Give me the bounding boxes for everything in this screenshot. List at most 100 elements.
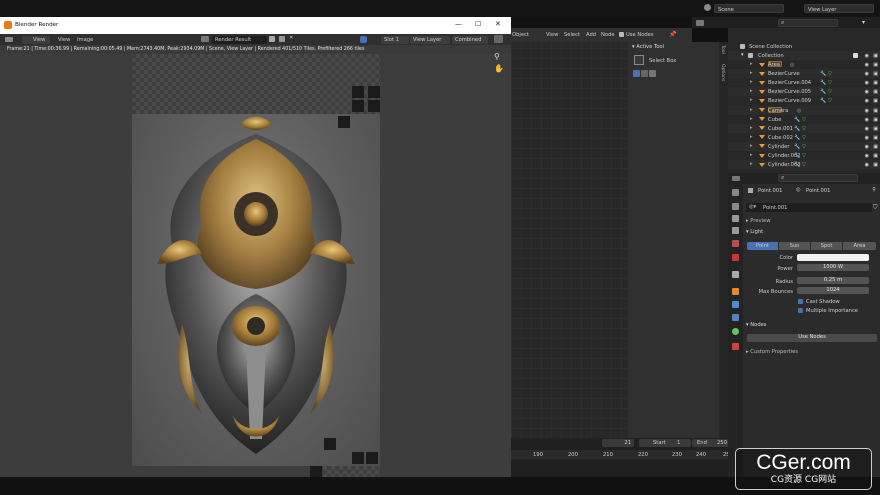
- modifier-icon[interactable]: 🔧: [820, 89, 826, 95]
- texture-tab-icon[interactable]: [732, 343, 739, 350]
- tab-tool[interactable]: Tool: [720, 45, 725, 54]
- menu-view[interactable]: View: [58, 37, 70, 43]
- outliner-item[interactable]: ▸ BezierCurve.004 🔧 ▽ ◉ ▣: [728, 78, 880, 87]
- eye-icon[interactable]: ◉: [865, 117, 869, 123]
- image-name-field[interactable]: Render Result: [212, 35, 267, 44]
- maximize-button[interactable]: ☐: [475, 20, 481, 28]
- outliner-item[interactable]: ▸ Cylinder.002 🔧 ▽ ◉ ▣: [728, 151, 880, 160]
- outliner-item[interactable]: ▸ BezierCurve.005 🔧 ▽ ◉ ▣: [728, 87, 880, 97]
- menu-add[interactable]: Add: [586, 32, 596, 38]
- mesh-data-icon[interactable]: ▽: [828, 80, 832, 86]
- camera-icon[interactable]: ▣: [873, 162, 878, 168]
- camera-icon[interactable]: ▣: [873, 71, 878, 77]
- fake-user-icon[interactable]: ⛉: [873, 204, 878, 212]
- pin-icon[interactable]: ⚲: [872, 187, 876, 193]
- object-tab-icon[interactable]: [732, 288, 739, 295]
- menu-node[interactable]: Node: [601, 32, 615, 38]
- datablock-name[interactable]: Point.001: [763, 205, 787, 211]
- chevron-right-icon[interactable]: ▸: [750, 134, 753, 140]
- chevron-right-icon[interactable]: ▸: [750, 152, 753, 158]
- light-type-spot[interactable]: Spot: [811, 242, 842, 250]
- chevron-right-icon[interactable]: ▸: [750, 116, 753, 122]
- use-nodes-checkbox-icon[interactable]: [619, 32, 624, 37]
- modifier-icon[interactable]: 🔧: [794, 117, 800, 123]
- outliner-item[interactable]: ▸ Cube.002 🔧 ▽ ◉ ▣: [728, 133, 880, 142]
- camera-icon[interactable]: ▣: [873, 62, 878, 68]
- outliner-item[interactable]: ▸ Cylinder.003 🔧 ▽ ◉ ▣: [728, 160, 880, 170]
- datablock-selector[interactable]: ◎▾ Point.001: [746, 203, 872, 212]
- timeline-start-field[interactable]: Start 1: [639, 439, 691, 447]
- mesh-data-icon[interactable]: ▽: [802, 117, 806, 123]
- display-channels-icon[interactable]: [494, 35, 503, 43]
- chevron-down-icon[interactable]: ▾: [741, 52, 744, 58]
- power-field[interactable]: 1000 W: [797, 264, 869, 271]
- close-button[interactable]: ✕: [495, 20, 501, 28]
- render-canvas[interactable]: [0, 54, 511, 477]
- output-tab-icon[interactable]: [732, 215, 739, 222]
- tab-options[interactable]: Options: [720, 64, 725, 81]
- object-data-icon[interactable]: ◎: [797, 108, 801, 114]
- outliner-item[interactable]: ▸ Cube.001 🔧 ▽ ◉ ▣: [728, 123, 880, 133]
- zoom-icon[interactable]: ⚲: [494, 52, 504, 61]
- eye-icon[interactable]: ◉: [865, 62, 869, 68]
- render-window-titlebar[interactable]: Blender Render — ☐ ✕: [0, 17, 511, 34]
- outliner-editor-icon[interactable]: [696, 20, 704, 26]
- mesh-data-icon[interactable]: ▽: [828, 89, 832, 95]
- view-layer-selector[interactable]: View Layer: [804, 4, 874, 13]
- camera-icon[interactable]: ▣: [873, 117, 878, 123]
- layer-selector[interactable]: View Layer: [410, 35, 450, 44]
- section-custom-properties[interactable]: ▸ Custom Properties: [746, 349, 798, 355]
- outliner-item[interactable]: ▸ BezierCurve.009 🔧 ▽ ◉ ▣: [728, 96, 880, 105]
- pin-icon[interactable]: 📌: [669, 31, 676, 38]
- tool-tab-icon[interactable]: [732, 189, 739, 196]
- eye-icon[interactable]: ◉: [865, 98, 869, 104]
- chevron-right-icon[interactable]: ▸: [750, 125, 753, 131]
- outliner-item[interactable]: ▸ Cube 🔧 ▽ ◉ ▣: [728, 115, 880, 124]
- scene-collection-row[interactable]: Scene Collection: [728, 42, 880, 51]
- chevron-right-icon[interactable]: ▸: [750, 161, 753, 167]
- select-mode-subtract-icon[interactable]: [649, 70, 656, 77]
- eye-icon[interactable]: ◉: [865, 89, 869, 95]
- modifier-icon[interactable]: 🔧: [820, 71, 826, 77]
- outliner-item[interactable]: ▸ BezierCurve 🔧 ▽ ◉ ▣: [728, 69, 880, 79]
- copy-icon[interactable]: [269, 36, 275, 42]
- camera-icon[interactable]: ▣: [873, 80, 878, 86]
- radius-field[interactable]: 0.25 m: [797, 277, 869, 284]
- editor-type-icon[interactable]: [5, 37, 13, 42]
- menu-view[interactable]: View: [546, 32, 558, 38]
- camera-icon[interactable]: ▣: [873, 98, 878, 104]
- outliner-item[interactable]: ▸ Area ◎ ◉ ▣: [728, 60, 880, 69]
- eye-icon[interactable]: ◉: [865, 71, 869, 77]
- object-data-icon[interactable]: ◎: [790, 62, 794, 68]
- timeline[interactable]: 21 Start 1 End 250 190 200 210 220 230 2…: [511, 438, 742, 477]
- constraints-tab-icon[interactable]: [732, 314, 739, 321]
- cast-shadow-checkbox[interactable]: [798, 299, 803, 304]
- slot-selector[interactable]: Slot 1: [381, 35, 409, 44]
- chevron-right-icon[interactable]: ▸: [750, 70, 753, 76]
- mesh-data-icon[interactable]: ▽: [802, 162, 806, 168]
- camera-icon[interactable]: ▣: [873, 153, 878, 159]
- menu-use-nodes[interactable]: Use Nodes: [626, 32, 654, 38]
- eye-icon[interactable]: ◉: [865, 153, 869, 159]
- camera-icon[interactable]: ▣: [873, 89, 878, 95]
- overlay-toggle-icon[interactable]: [360, 36, 367, 43]
- mesh-data-icon[interactable]: ▽: [828, 98, 832, 104]
- mesh-data-icon[interactable]: ▽: [802, 135, 806, 141]
- modifier-icon[interactable]: 🔧: [820, 80, 826, 86]
- chevron-right-icon[interactable]: ▸: [750, 107, 753, 113]
- light-type-sun[interactable]: Sun: [779, 242, 810, 250]
- outliner-search-input[interactable]: ⌕: [778, 19, 838, 27]
- select-box-tool-icon[interactable]: [634, 55, 644, 65]
- node-editor-canvas[interactable]: [511, 28, 628, 438]
- chevron-right-icon[interactable]: ▸: [750, 97, 753, 103]
- camera-icon[interactable]: ▣: [873, 53, 878, 59]
- modifier-icon[interactable]: 🔧: [794, 135, 800, 141]
- mesh-data-icon[interactable]: ▽: [802, 153, 806, 159]
- collection-row[interactable]: ▾ Collection ◉ ▣: [728, 51, 880, 60]
- section-nodes[interactable]: ▾ Nodes: [746, 322, 767, 328]
- section-light[interactable]: ▾ Light: [746, 229, 763, 235]
- pass-selector[interactable]: Combined: [452, 35, 488, 44]
- mesh-data-icon[interactable]: ▽: [828, 71, 832, 77]
- physics-tab-icon[interactable]: [732, 301, 739, 308]
- menu-object[interactable]: Object: [512, 32, 529, 38]
